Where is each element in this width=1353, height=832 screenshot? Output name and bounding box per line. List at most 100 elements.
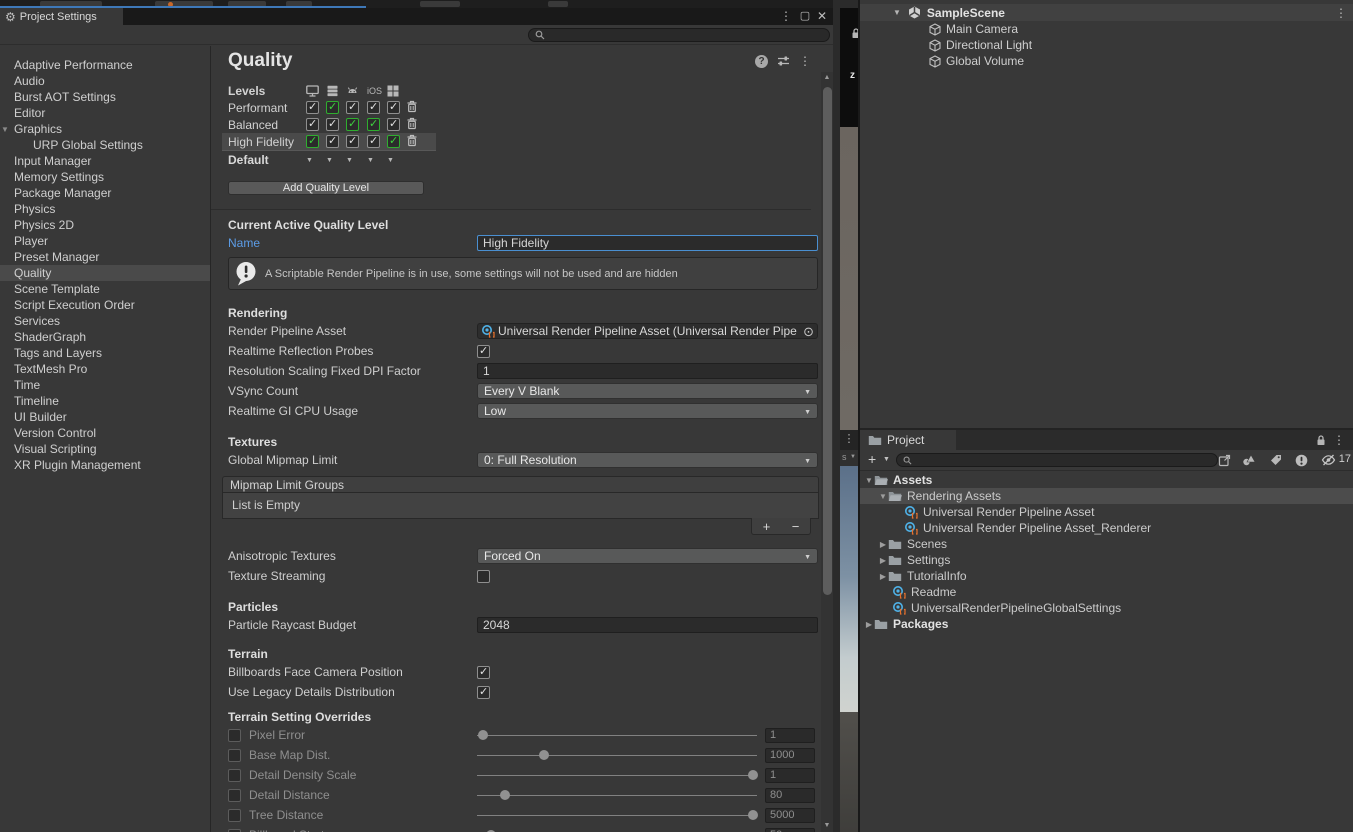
foldout-arrow-icon[interactable]: ▶	[864, 620, 874, 629]
sidebar-item-urp-global-settings[interactable]: URP Global Settings	[0, 137, 210, 153]
tab-project[interactable]: Project	[860, 430, 956, 450]
delete-level-icon[interactable]	[406, 117, 432, 133]
sidebar-item-physics[interactable]: Physics	[0, 201, 210, 217]
tree-distance-value[interactable]: 5000	[765, 807, 815, 823]
quality-name-input[interactable]: High Fidelity	[477, 235, 818, 251]
override-checkbox[interactable]	[228, 728, 241, 742]
billboard-start-value[interactable]: 50	[765, 827, 815, 832]
tree-row-packages[interactable]: ▶ Packages	[860, 616, 1353, 632]
tree-row-scenes[interactable]: ▶ Scenes	[860, 536, 1353, 552]
billboards-face-camera-checkbox[interactable]	[477, 665, 490, 679]
pixel-error-slider[interactable]	[477, 728, 757, 742]
quality-checkbox-android[interactable]	[346, 117, 359, 131]
lock-icon[interactable]	[1316, 435, 1326, 446]
panel-menu-icon[interactable]: ⋮	[840, 430, 858, 450]
foldout-arrow-icon[interactable]: ▼	[878, 492, 888, 501]
resolution-scaling-input[interactable]: 1	[477, 363, 818, 379]
quality-checkbox-desktop[interactable]	[306, 117, 319, 131]
foldout-arrow-icon[interactable]: ▶	[878, 572, 888, 581]
vsync-count-dropdown[interactable]: Every V Blank ▼	[477, 383, 818, 399]
window-menu-icon[interactable]: ⋮	[779, 9, 793, 23]
scroll-down-icon[interactable]: ▼	[821, 820, 833, 832]
search-input[interactable]	[549, 29, 785, 41]
tree-row-readme[interactable]: Readme	[860, 584, 1353, 600]
scene-header-row[interactable]: ▼ SampleScene ⋮	[860, 4, 1353, 21]
override-checkbox[interactable]	[228, 788, 241, 802]
chevron-down-icon[interactable]: ▼	[883, 456, 890, 463]
sidebar-item-visual-scripting[interactable]: Visual Scripting	[0, 441, 210, 457]
particle-raycast-budget-input[interactable]: 2048	[477, 617, 818, 633]
tree-row-assets[interactable]: ▼ Assets	[860, 472, 1353, 488]
legacy-details-checkbox[interactable]	[477, 685, 490, 699]
sidebar-item-input-manager[interactable]: Input Manager	[0, 153, 210, 169]
default-dropdown-windows[interactable]: ▼	[387, 157, 406, 164]
tree-row-urp-global-settings[interactable]: UniversalRenderPipelineGlobalSettings	[860, 600, 1353, 616]
quality-checkbox-desktop[interactable]	[306, 134, 319, 148]
sidebar-item-physics-2d[interactable]: Physics 2D	[0, 217, 210, 233]
tree-row-settings[interactable]: ▶ Settings	[860, 552, 1353, 568]
quality-checkbox-desktop[interactable]	[306, 100, 319, 114]
sidebar-item-quality[interactable]: Quality	[0, 265, 210, 281]
delete-level-icon[interactable]	[406, 100, 432, 116]
hierarchy-menu-icon[interactable]: ⋮	[1335, 6, 1347, 20]
create-asset-plus-icon[interactable]: +	[868, 451, 876, 467]
open-search-window-icon[interactable]	[1218, 454, 1231, 467]
close-icon[interactable]: ✕	[815, 9, 829, 23]
list-remove-button[interactable]: −	[792, 520, 800, 533]
sidebar-item-textmesh-pro[interactable]: TextMesh Pro	[0, 361, 210, 377]
override-checkbox[interactable]	[228, 828, 241, 832]
quality-checkbox-windows[interactable]	[387, 100, 400, 114]
realtime-gi-dropdown[interactable]: Low ▼	[477, 403, 818, 419]
tree-row-tutorialinfo[interactable]: ▶ TutorialInfo	[860, 568, 1353, 584]
list-add-button[interactable]: +	[763, 520, 771, 533]
foldout-arrow-icon[interactable]: ▼	[1, 122, 9, 138]
global-mipmap-limit-dropdown[interactable]: 0: Full Resolution ▼	[477, 452, 818, 468]
quality-checkbox-ios[interactable]	[367, 100, 380, 114]
sidebar-item-memory-settings[interactable]: Memory Settings	[0, 169, 210, 185]
presets-icon[interactable]	[777, 55, 790, 67]
detail-distance-slider[interactable]	[477, 788, 757, 802]
base-map-dist-slider[interactable]	[477, 748, 757, 762]
quality-checkbox-ios[interactable]	[367, 134, 380, 148]
sidebar-item-editor[interactable]: Editor	[0, 105, 210, 121]
sidebar-item-timeline[interactable]: Timeline	[0, 393, 210, 409]
quality-checkbox-windows[interactable]	[387, 134, 400, 148]
help-icon[interactable]: ?	[755, 54, 768, 68]
quality-checkbox-server[interactable]	[326, 134, 339, 148]
tree-row-urp-asset[interactable]: Universal Render Pipeline Asset	[860, 504, 1353, 520]
foldout-arrow-icon[interactable]: ▼	[864, 476, 874, 485]
sidebar-item-preset-manager[interactable]: Preset Manager	[0, 249, 210, 265]
hierarchy-item-global-volume[interactable]: Global Volume	[860, 53, 1353, 69]
panel-menu-icon[interactable]: ⋮	[799, 54, 811, 68]
sidebar-item-graphics[interactable]: ▼ Graphics	[0, 121, 210, 137]
render-pipeline-asset-field[interactable]: Universal Render Pipeline Asset (Univers…	[477, 323, 818, 339]
quality-level-row-high-fidelity[interactable]: High Fidelity	[222, 133, 436, 150]
sidebar-item-shadergraph[interactable]: ShaderGraph	[0, 329, 210, 345]
sidebar-item-services[interactable]: Services	[0, 313, 210, 329]
override-checkbox[interactable]	[228, 748, 241, 762]
anisotropic-textures-dropdown[interactable]: Forced On ▼	[477, 548, 818, 564]
quality-checkbox-android[interactable]	[346, 134, 359, 148]
sidebar-item-adaptive-performance[interactable]: Adaptive Performance	[0, 57, 210, 73]
sidebar-item-xr-plugin-management[interactable]: XR Plugin Management	[0, 457, 210, 473]
quality-checkbox-ios[interactable]	[367, 117, 380, 131]
quality-checkbox-server[interactable]	[326, 117, 339, 131]
add-quality-level-button[interactable]: Add Quality Level	[228, 181, 424, 195]
sidebar-item-package-manager[interactable]: Package Manager	[0, 185, 210, 201]
base-map-dist-value[interactable]: 1000	[765, 747, 815, 763]
default-dropdown-server[interactable]: ▼	[326, 157, 346, 164]
foldout-arrow-icon[interactable]: ▶	[878, 540, 888, 549]
search-by-type-icon[interactable]	[1242, 454, 1256, 466]
default-dropdown-ios[interactable]: ▼	[367, 157, 387, 164]
sidebar-item-audio[interactable]: Audio	[0, 73, 210, 89]
settings-search-field[interactable]	[528, 28, 830, 42]
override-checkbox[interactable]	[228, 808, 241, 822]
default-dropdown-android[interactable]: ▼	[346, 157, 367, 164]
tree-row-urp-asset-renderer[interactable]: Universal Render Pipeline Asset_Renderer	[860, 520, 1353, 536]
project-search-field[interactable]	[896, 453, 1218, 467]
sidebar-item-time[interactable]: Time	[0, 377, 210, 393]
quality-checkbox-android[interactable]	[346, 100, 359, 114]
search-by-label-icon[interactable]	[1270, 454, 1282, 466]
hidden-items-eye-icon[interactable]	[1321, 454, 1336, 466]
detail-density-scale-slider[interactable]	[477, 768, 758, 782]
